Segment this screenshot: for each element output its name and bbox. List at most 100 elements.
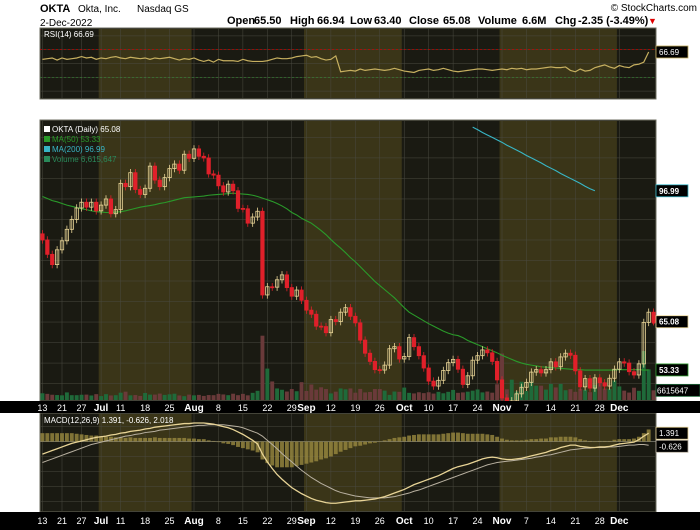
macd-tick-label: -7.5 [660,482,674,491]
macd-histogram-bar [451,432,456,442]
volume-bar [79,394,84,400]
macd-histogram-bar [573,437,578,442]
volume-bar [99,396,104,400]
volume-bar [69,395,74,400]
macd-histogram-bar [363,441,368,445]
volume-bar [524,391,529,400]
x-tick-label: 27 [77,403,87,413]
x-tick-label: Dec [610,516,629,527]
macd-histogram-bar [558,436,563,442]
volume-bar [651,390,656,400]
stock-chart: OKTA Okta, Inc. Nasdaq GS 2-Dec-2022 Ope… [0,0,700,530]
macd-histogram-bar [94,435,99,442]
candle-body [499,379,505,399]
macd-histogram-bar [612,439,617,442]
volume-bar [60,395,64,400]
legend-swatch-ma50 [44,136,50,142]
macd-histogram-bar [368,441,372,444]
macd-histogram-bar [402,436,407,442]
x-tick-label: 12 [326,516,336,526]
x-tick-label: 21 [57,403,67,413]
macd-histogram-bar [397,437,402,442]
macd-histogram-bar [412,434,416,442]
volume-bar [338,388,343,400]
volume-bar [304,390,309,400]
macd-tick-label: -5.0 [660,467,674,476]
candle-body [196,148,202,157]
open-label: Open [227,15,255,27]
macd-histogram-bar [348,441,353,449]
macd-histogram-bar [148,437,152,442]
volume-bar [152,394,157,400]
volume-bar [348,388,353,400]
candle-body [494,361,500,381]
volume-value: 6.6M [522,15,546,27]
candle-body [123,182,128,188]
volume-bar [583,389,588,400]
macd-last-value: 1.391 [659,429,680,438]
legend-swatch-price [44,126,50,132]
macd-histogram-bar [50,433,55,442]
macd-histogram-bar [221,441,226,444]
volume-bar [55,395,60,400]
x-tick-label: Oct [396,403,413,414]
candle-body [314,313,319,327]
volume-bar [436,391,441,400]
x-tick-label: 26 [375,516,385,526]
volume-bar [250,392,255,400]
macd-histogram-bar [377,441,382,443]
macd-histogram-bar [299,441,304,465]
macd-histogram-bar [529,439,534,442]
change-label: Chg [555,15,576,27]
volume-bar [138,395,143,400]
x-tick-label: 19 [350,516,360,526]
candle-body [177,163,182,171]
volume-bar [509,379,514,400]
volume-bar [495,384,500,400]
candle-body [377,369,382,372]
x-tick-label: Aug [184,516,203,527]
volume-bar [201,395,206,400]
price-tick-label: 80 [660,257,669,266]
rsi-tick-label: 50 [660,60,669,69]
candle-body [587,378,593,389]
macd-histogram-bar [55,433,60,442]
x-tick-label: 25 [165,403,175,413]
volume-bar [553,387,558,400]
macd-histogram-bar [524,439,529,442]
volume-bar [275,388,280,400]
macd-histogram-bar [64,433,69,442]
candle-body [362,339,368,354]
volume-bar [372,389,377,400]
high-label: High [290,15,315,27]
candle-body [318,325,324,328]
volume-bar [328,393,333,400]
volume-bar [45,393,50,400]
candle-body [299,289,304,301]
volume-bar [104,394,108,400]
volume-bar [177,395,182,400]
volume-bar [627,392,632,400]
volume-bar [602,388,607,400]
macd-tick-label: -10.0 [660,497,679,506]
volume-bar [133,395,138,400]
volume-tick-label: 10M [4,380,22,390]
legend-volume: Volume 6,615,647 [52,155,117,164]
volume-bar [480,392,485,400]
macd-histogram-bar [123,437,128,442]
macd-histogram-bar [548,437,553,442]
ma50-last-value: 53.33 [659,366,680,375]
x-tick-label: 12 [326,403,336,413]
volume-bar [216,393,221,400]
macd-histogram-bar [539,438,544,442]
x-tick-label: 24 [473,403,483,413]
volume-bar [299,382,304,400]
x-tick-label: Oct [396,516,413,527]
volume-bar [617,386,622,400]
macd-histogram-bar [216,441,221,443]
macd-histogram-bar [416,434,421,442]
x-tick-label: 21 [570,516,580,526]
volume-bar [622,390,627,400]
price-tick-labels: 5055606570758085909510010511065.0896.995… [655,133,689,389]
volume-bar [231,393,236,400]
